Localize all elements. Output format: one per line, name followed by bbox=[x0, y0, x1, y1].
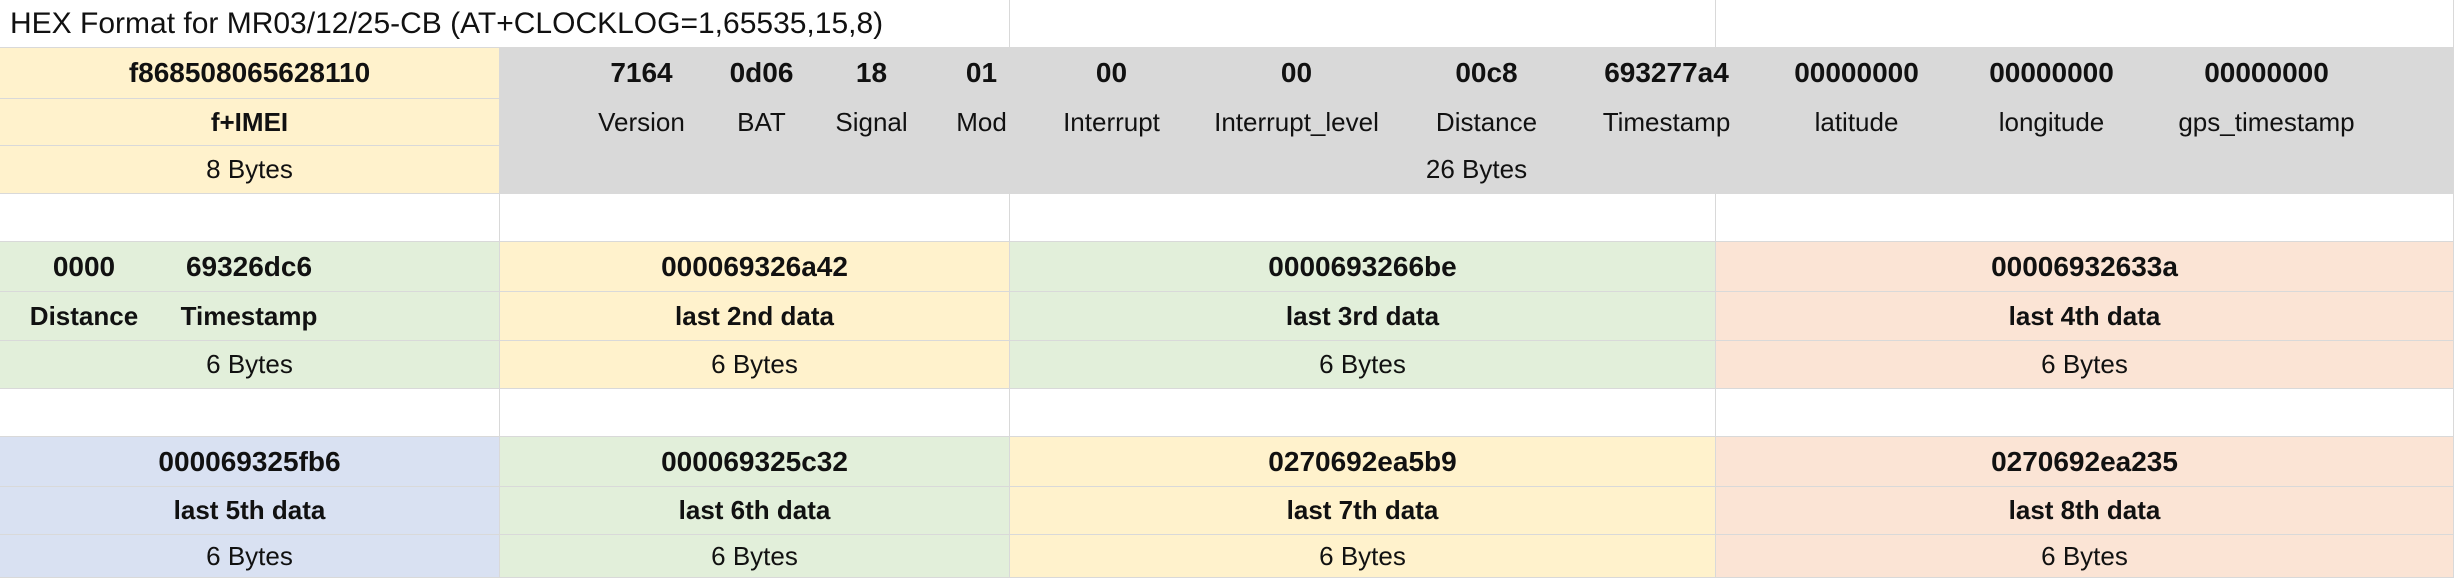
log-bytes: 6 Bytes bbox=[1716, 535, 2454, 578]
empty-cell bbox=[1010, 0, 1716, 48]
payload-labels-row: Version BAT Signal Mod Interrupt Interru… bbox=[500, 99, 2454, 146]
empty-cell bbox=[500, 194, 1010, 242]
field-value-signal: 18 bbox=[855, 57, 888, 88]
field-value-gps-timestamp: 00000000 bbox=[2204, 57, 2329, 88]
log-bytes: 6 Bytes bbox=[1010, 535, 1716, 578]
log-label: last 2nd data bbox=[500, 292, 1010, 341]
log-value: 000069325c32 bbox=[500, 437, 1010, 487]
field-label-latitude: latitude bbox=[1814, 106, 1899, 137]
empty-cell bbox=[1716, 389, 2454, 437]
log-value: 000069326a42 bbox=[500, 242, 1010, 292]
log-label: last 3rd data bbox=[1010, 292, 1716, 341]
field-label-bat: BAT bbox=[737, 106, 786, 137]
field-value-mod: 01 bbox=[965, 57, 998, 88]
empty-cell bbox=[1010, 389, 1716, 437]
empty-cell bbox=[1716, 0, 2454, 48]
first-log-bytes: 6 Bytes bbox=[0, 341, 500, 389]
field-value-distance: 00c8 bbox=[1455, 57, 1518, 88]
log-value: 0270692ea5b9 bbox=[1010, 437, 1716, 487]
log-bytes: 6 Bytes bbox=[500, 341, 1010, 389]
field-value-interrupt: 00 bbox=[1095, 57, 1128, 88]
log-label: last 7th data bbox=[1010, 487, 1716, 535]
field-value-interrupt-level: 00 bbox=[1280, 57, 1313, 88]
log-value: 00006932633a bbox=[1716, 242, 2454, 292]
log-label: last 6th data bbox=[500, 487, 1010, 535]
log-value: 0000693266be bbox=[1010, 242, 1716, 292]
field-label-version: Version bbox=[598, 106, 685, 137]
log-label: last 8th data bbox=[1716, 487, 2454, 535]
first-log-distance-label: Distance bbox=[29, 300, 139, 331]
empty-cell bbox=[0, 389, 500, 437]
log-value: 0270692ea235 bbox=[1716, 437, 2454, 487]
first-log-values: 0000 69326dc6 bbox=[0, 242, 500, 292]
field-value-bat: 0d06 bbox=[729, 57, 794, 88]
payload-values-row: 7164 0d06 18 01 00 00 00c8 693277a4 0000… bbox=[500, 48, 2454, 99]
empty-cell bbox=[0, 194, 500, 242]
empty-cell bbox=[1010, 194, 1716, 242]
field-label-timestamp: Timestamp bbox=[1602, 106, 1731, 137]
log-value: 000069325fb6 bbox=[0, 437, 500, 487]
imei-value: f868508065628110 bbox=[0, 48, 500, 99]
first-log-timestamp-value: 69326dc6 bbox=[185, 250, 313, 282]
payload-bytes: 26 Bytes bbox=[500, 146, 2454, 194]
field-label-mod: Mod bbox=[956, 106, 1007, 137]
field-label-longitude: longitude bbox=[1998, 106, 2105, 137]
field-label-distance: Distance bbox=[1435, 106, 1538, 137]
log-label: last 5th data bbox=[0, 487, 500, 535]
log-bytes: 6 Bytes bbox=[0, 535, 500, 578]
field-label-gps-timestamp: gps_timestamp bbox=[2178, 106, 2355, 137]
log-bytes: 6 Bytes bbox=[1716, 341, 2454, 389]
field-value-longitude: 00000000 bbox=[1989, 57, 2114, 88]
imei-label: f+IMEI bbox=[0, 99, 500, 146]
field-value-timestamp: 693277a4 bbox=[1604, 57, 1729, 88]
first-log-timestamp-label: Timestamp bbox=[180, 300, 318, 331]
log-bytes: 6 Bytes bbox=[1010, 341, 1716, 389]
field-label-interrupt: Interrupt bbox=[1063, 106, 1160, 137]
hex-format-table: HEX Format for MR03/12/25-CB (AT+CLOCKLO… bbox=[0, 0, 2454, 578]
table-title: HEX Format for MR03/12/25-CB (AT+CLOCKLO… bbox=[0, 0, 1010, 48]
empty-cell bbox=[1716, 194, 2454, 242]
field-value-latitude: 00000000 bbox=[1794, 57, 1919, 88]
log-label: last 4th data bbox=[1716, 292, 2454, 341]
log-bytes: 6 Bytes bbox=[500, 535, 1010, 578]
field-label-interrupt-level: Interrupt_level bbox=[1214, 106, 1379, 137]
imei-bytes: 8 Bytes bbox=[0, 146, 500, 194]
empty-cell bbox=[500, 389, 1010, 437]
field-label-signal: Signal bbox=[835, 106, 908, 137]
first-log-distance-value: 0000 bbox=[52, 250, 116, 282]
field-value-version: 7164 bbox=[610, 57, 673, 88]
first-log-labels: Distance Timestamp bbox=[0, 292, 500, 341]
